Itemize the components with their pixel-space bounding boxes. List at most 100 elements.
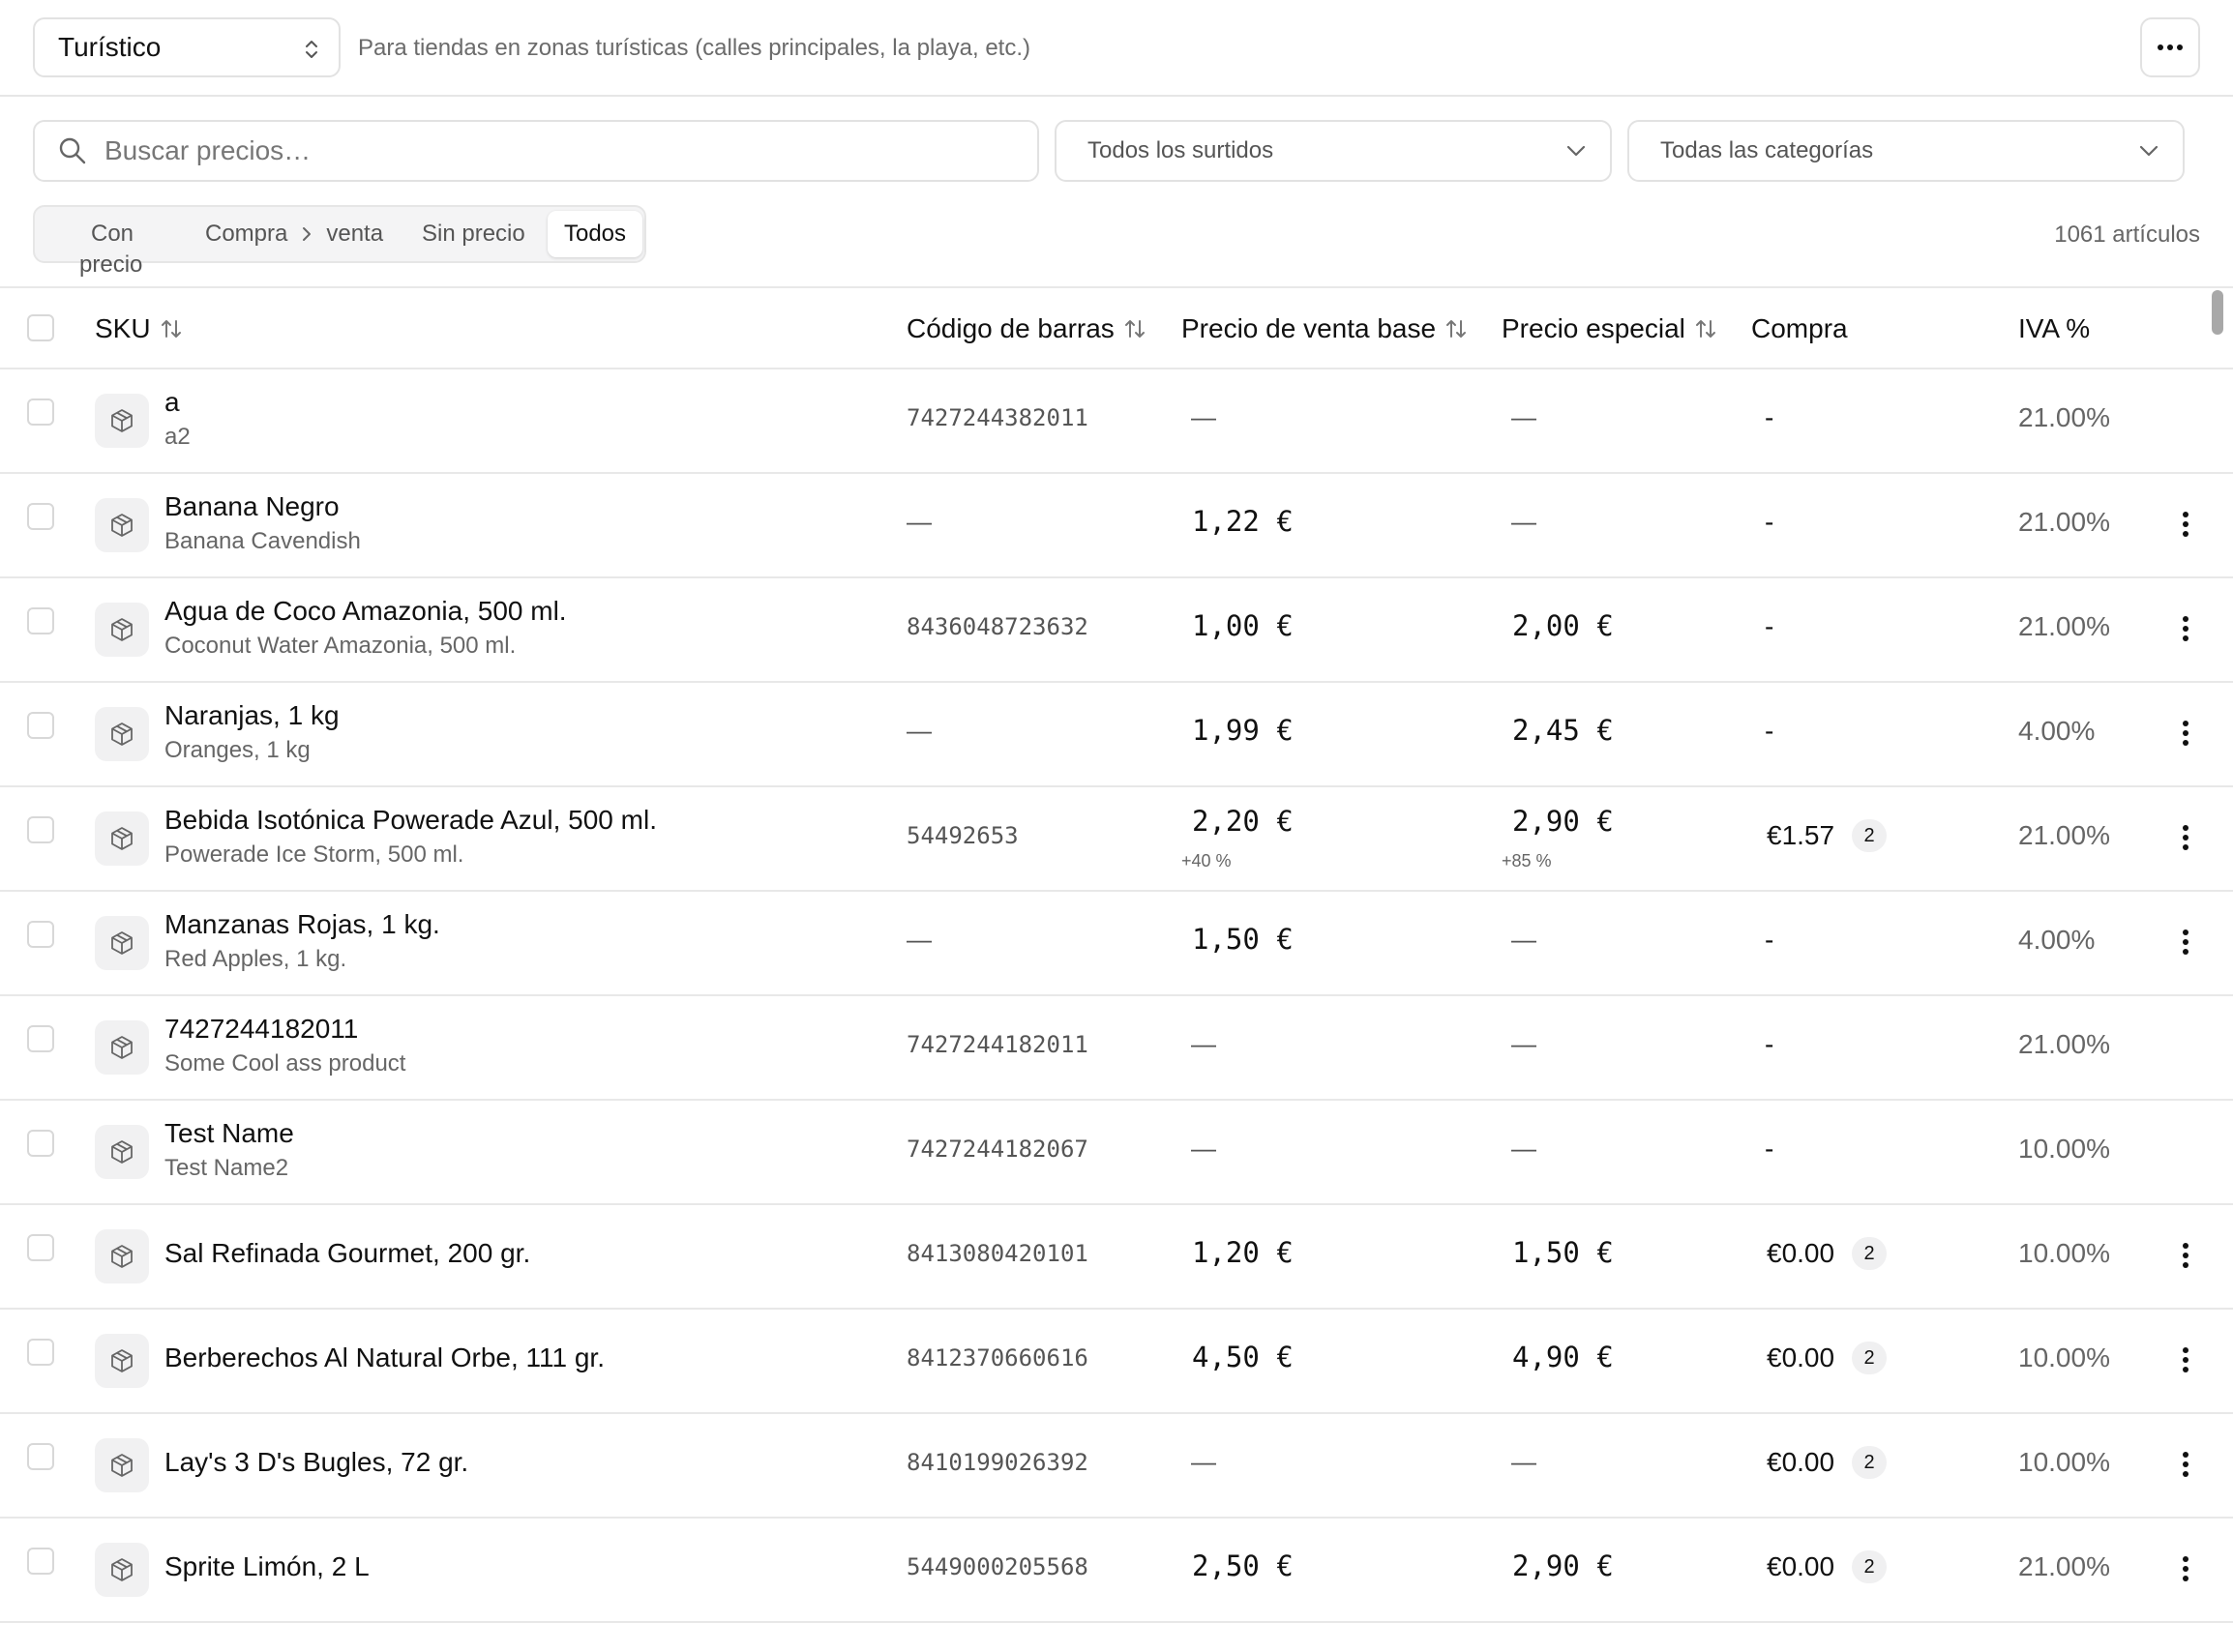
base-price-value[interactable]: 1,20 € <box>1192 1236 1294 1269</box>
search-input[interactable] <box>103 134 977 167</box>
base-price-value[interactable]: 1,99 € <box>1192 714 1294 747</box>
row-checkbox[interactable] <box>27 921 54 948</box>
special-price-value[interactable]: 4,90 € <box>1512 1341 1614 1373</box>
special-price-value: — <box>1511 1029 1536 1058</box>
row-actions-button[interactable] <box>2171 609 2200 648</box>
base-price-value[interactable]: 1,00 € <box>1192 609 1294 642</box>
supplier-count-badge[interactable]: 2 <box>1852 1342 1887 1374</box>
supplier-count-badge[interactable]: 2 <box>1852 819 1887 852</box>
row-actions-button[interactable] <box>2171 505 2200 544</box>
column-base-price[interactable]: Precio de venta base <box>1181 313 1469 344</box>
row-checkbox[interactable] <box>27 816 54 843</box>
base-price-value[interactable]: 2,20 € <box>1192 805 1294 838</box>
purchase-price: €1.57 <box>1767 820 1835 850</box>
row-checkbox[interactable] <box>27 1130 54 1157</box>
tab-todos[interactable]: Todos <box>548 211 642 257</box>
table-row[interactable]: Test Name Test Name2 7427244182067 — — - 10.00… <box>0 1099 2233 1205</box>
row-actions-button[interactable] <box>2171 818 2200 857</box>
row-checkbox[interactable] <box>27 607 54 634</box>
more-vertical-icon <box>2183 1556 2188 1581</box>
product-thumbnail <box>95 394 149 448</box>
row-actions-button[interactable] <box>2171 1341 2200 1379</box>
row-actions-button[interactable] <box>2171 1445 2200 1484</box>
vat-value: 21.00% <box>2018 820 2110 850</box>
base-price-value[interactable]: 4,50 € <box>1192 1341 1294 1373</box>
purchase-price: - <box>1765 507 1774 537</box>
tab-con-precio-wrap[interactable]: precio <box>79 251 142 279</box>
product-thumbnail <box>95 603 149 657</box>
row-checkbox[interactable] <box>27 503 54 530</box>
product-name: Naranjas, 1 kg <box>164 700 340 730</box>
tab-con-precio[interactable]: Con <box>91 221 134 248</box>
select-all-checkbox[interactable] <box>27 314 54 341</box>
tab-sin-precio[interactable]: Sin precio <box>422 221 525 248</box>
scrollbar-thumb[interactable] <box>2212 290 2223 335</box>
more-horizontal-icon <box>2158 44 2183 50</box>
supplier-count-badge[interactable]: 2 <box>1852 1550 1887 1583</box>
row-checkbox[interactable] <box>27 1339 54 1366</box>
barcode-value: 8436048723632 <box>907 613 1088 640</box>
column-special-price[interactable]: Precio especial <box>1502 313 1718 344</box>
table-row[interactable]: Manzanas Rojas, 1 kg. Red Apples, 1 kg. — 1… <box>0 890 2233 996</box>
more-vertical-icon <box>2183 721 2188 746</box>
table-row[interactable]: Lay's 3 D's Bugles, 72 gr. 8410199026392 —… <box>0 1412 2233 1519</box>
table-row[interactable]: Bebida Isotónica Powerade Azul, 500 ml. P… <box>0 785 2233 892</box>
column-sku-label: SKU <box>95 313 151 343</box>
column-barcode[interactable]: Código de barras <box>907 313 1147 344</box>
row-checkbox[interactable] <box>27 1234 54 1261</box>
product-name: 7427244182011 <box>164 1014 359 1044</box>
row-checkbox[interactable] <box>27 712 54 739</box>
search-box[interactable] <box>33 120 1039 182</box>
column-barcode-label: Código de barras <box>907 313 1115 343</box>
row-actions-button[interactable] <box>2171 1236 2200 1275</box>
store-preset-select[interactable]: Turístico <box>33 17 341 77</box>
row-checkbox[interactable] <box>27 398 54 426</box>
row-actions-button[interactable] <box>2171 714 2200 752</box>
tab-compra-venta[interactable]: Compra venta <box>205 221 383 248</box>
barcode-value: 5449000205568 <box>907 1553 1088 1580</box>
vat-value: 21.00% <box>2018 402 2110 432</box>
package-icon <box>111 1558 133 1581</box>
product-thumbnail <box>95 1438 149 1492</box>
table-row[interactable]: 7427244182011 Some Cool ass product 742724… <box>0 994 2233 1101</box>
category-dropdown[interactable]: Todas las categorías <box>1627 120 2185 182</box>
row-checkbox[interactable] <box>27 1025 54 1052</box>
tab-todos-label: Todos <box>563 221 627 247</box>
product-thumbnail <box>95 1125 149 1179</box>
row-actions-button[interactable] <box>2171 1549 2200 1588</box>
table-row[interactable]: Berberechos Al Natural Orbe, 111 gr. 8412… <box>0 1308 2233 1414</box>
table-row[interactable]: Banana Negro Banana Cavendish — 1,22 € — - 21.… <box>0 472 2233 578</box>
product-subname: Some Cool ass product <box>164 1050 406 1077</box>
table-header: SKU Código de barras Precio de venta bas… <box>0 286 2233 369</box>
supplier-count-badge[interactable]: 2 <box>1852 1446 1887 1479</box>
column-base-price-label: Precio de venta base <box>1181 313 1437 343</box>
assortment-dropdown[interactable]: Todos los surtidos <box>1055 120 1612 182</box>
special-price-value[interactable]: 2,00 € <box>1512 609 1614 642</box>
special-price-value[interactable]: 2,90 € <box>1512 805 1614 838</box>
base-price-value[interactable]: 2,50 € <box>1192 1549 1294 1582</box>
special-price-value[interactable]: 2,45 € <box>1512 714 1614 747</box>
product-thumbnail <box>95 916 149 970</box>
row-actions-button[interactable] <box>2171 923 2200 961</box>
product-thumbnail <box>95 1543 149 1597</box>
base-price-value[interactable]: 1,50 € <box>1192 923 1294 956</box>
special-price-value: — <box>1511 925 1536 954</box>
base-price-value[interactable]: 1,22 € <box>1192 505 1294 538</box>
chevron-down-icon <box>2139 145 2159 157</box>
supplier-count-badge[interactable]: 2 <box>1852 1237 1887 1270</box>
more-options-button[interactable] <box>2140 17 2200 77</box>
table-row[interactable]: Sal Refinada Gourmet, 200 gr. 84130804201… <box>0 1203 2233 1310</box>
table-row[interactable]: Naranjas, 1 kg Oranges, 1 kg — 1,99 € 2,45 €… <box>0 681 2233 787</box>
table-row[interactable]: Agua de Coco Amazonia, 500 ml. Coconut Wa… <box>0 576 2233 683</box>
special-price-value[interactable]: 1,50 € <box>1512 1236 1614 1269</box>
column-sku[interactable]: SKU <box>95 313 184 344</box>
row-checkbox[interactable] <box>27 1548 54 1575</box>
package-icon <box>111 1245 133 1268</box>
vat-value: 21.00% <box>2018 611 2110 641</box>
table-row[interactable]: Sprite Limón, 2 L 5449000205568 2,50 € 2,90… <box>0 1517 2233 1623</box>
special-price-value: — <box>1511 1447 1536 1476</box>
row-checkbox[interactable] <box>27 1443 54 1470</box>
purchase-price: - <box>1765 716 1774 746</box>
special-price-value[interactable]: 2,90 € <box>1512 1549 1614 1582</box>
table-row[interactable]: a a2 7427244382011 — — - 21.00% <box>0 368 2233 474</box>
